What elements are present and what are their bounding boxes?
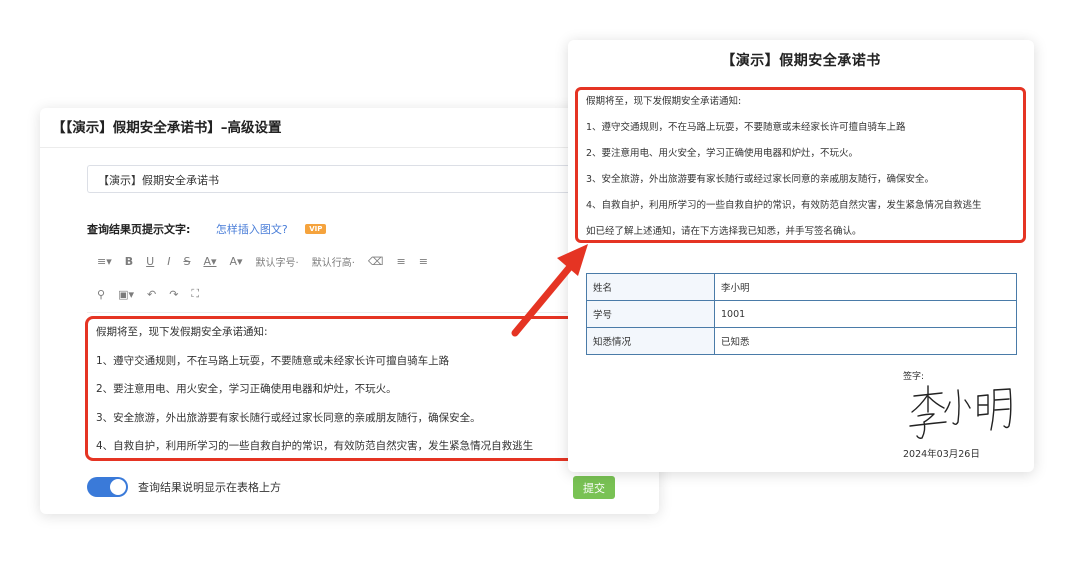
connector-arrow-icon: [511, 244, 588, 337]
